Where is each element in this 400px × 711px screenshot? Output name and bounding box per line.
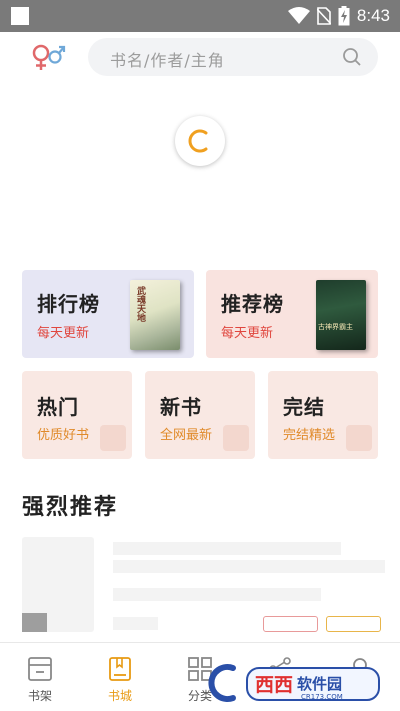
search-placeholder: 书名/作者/主角 (110, 51, 225, 70)
bookshelf-icon (28, 657, 52, 681)
recommend-book-cover: 古神界霸主 (316, 280, 366, 350)
new-books-card-decoration (223, 425, 249, 451)
no-sim-icon (316, 7, 331, 25)
ranking-card[interactable]: 排行榜 每天更新 武魂天地 (22, 270, 194, 358)
finished-card-title: 完结 (283, 395, 325, 419)
new-books-card-title: 新书 (160, 395, 202, 419)
hot-card-title: 热门 (37, 395, 79, 419)
status-time: 8:43 (356, 6, 390, 25)
new-books-card[interactable]: 新书 全网最新 (145, 371, 255, 459)
skeleton-line (113, 542, 341, 555)
ranking-book-cover: 武魂天地 (130, 280, 180, 350)
gender-icon[interactable] (28, 42, 68, 72)
watermark-logo: 西西 软件园 CR173.COM (205, 660, 385, 706)
hot-card-subtitle: 优质好书 (37, 428, 90, 443)
loading-spinner-icon (188, 129, 208, 153)
watermark-domain: CR173.COM (301, 693, 343, 701)
notification-square-icon (11, 7, 29, 25)
battery-charging-icon (338, 6, 350, 26)
finished-card[interactable]: 完结 完结精选 (268, 371, 378, 459)
recommend-book-cover-title: 古神界霸主 (318, 323, 353, 331)
finished-card-decoration (346, 425, 372, 451)
bookstore-icon (109, 657, 131, 681)
ranking-book-cover-title: 武魂天地 (135, 286, 145, 322)
recommend-card-subtitle: 每天更新 (221, 326, 274, 341)
nav-bookshelf[interactable]: 书架 (0, 643, 80, 711)
recommend-card-title: 推荐榜 (221, 292, 284, 316)
skeleton-tag (326, 616, 381, 632)
recommend-card[interactable]: 推荐榜 每天更新 古神界霸主 (206, 270, 378, 358)
skeleton-tag (263, 616, 318, 632)
status-icons: 8:43 (287, 0, 390, 32)
skeleton-line (113, 588, 321, 601)
hot-card-decoration (100, 425, 126, 451)
svg-text:软件园: 软件园 (297, 675, 342, 693)
nav-bookshelf-label: 书架 (27, 689, 52, 703)
search-input[interactable]: 书名/作者/主角 (88, 38, 378, 76)
new-books-card-subtitle: 全网最新 (160, 428, 213, 443)
nav-bookstore[interactable]: 书城 (80, 643, 160, 711)
search-icon[interactable] (342, 47, 362, 67)
watermark-text: 西西 (255, 674, 293, 696)
skeleton-badge (22, 613, 47, 632)
watermark-graphic: 西西 软件园 CR173.COM (208, 664, 380, 702)
section-title: 强烈推荐 (22, 495, 119, 520)
status-bar: 8:43 (0, 0, 400, 32)
skeleton-line (113, 617, 158, 630)
finished-card-subtitle: 完结精选 (283, 428, 336, 443)
ranking-card-subtitle: 每天更新 (37, 326, 90, 341)
loading-spinner (175, 116, 225, 166)
wifi-icon (287, 7, 310, 24)
hot-card[interactable]: 热门 优质好书 (22, 371, 132, 459)
skeleton-line (113, 560, 385, 573)
nav-bookstore-label: 书城 (107, 689, 132, 703)
ranking-card-title: 排行榜 (37, 292, 100, 316)
